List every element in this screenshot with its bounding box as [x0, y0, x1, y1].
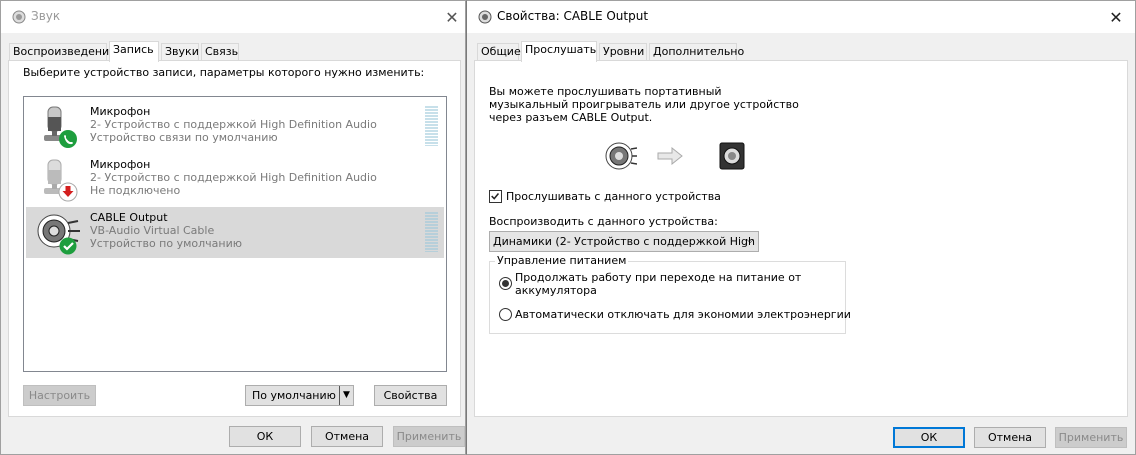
properties-window: Свойства: CABLE Output ✕ Общие Прослушат…	[466, 0, 1136, 455]
cancel-button[interactable]: Отмена	[974, 427, 1046, 448]
tab-general[interactable]: Общие	[477, 43, 521, 61]
set-default-label: По умолчанию	[252, 389, 336, 402]
power-management-group: Управление питанием Продолжать работу пр…	[489, 254, 851, 334]
listen-checkbox-label: Прослушивать с данного устройства	[506, 190, 721, 203]
tab-recording[interactable]: Запись	[109, 41, 159, 62]
microphone-icon	[44, 106, 77, 148]
power-group-title: Управление питанием	[495, 254, 629, 267]
configure-button[interactable]: Настроить	[23, 385, 96, 406]
tab-communications[interactable]: Связь	[201, 43, 239, 61]
arrow-right-icon	[657, 147, 683, 165]
device-icon	[605, 142, 637, 170]
properties-window-title: Свойства: CABLE Output	[497, 9, 649, 23]
level-meter	[425, 106, 438, 146]
check-icon	[59, 237, 77, 255]
continue-on-battery-label: Продолжать работу при переходе на питани…	[515, 271, 802, 297]
device-text: Микрофон 2- Устройство с поддержкой High…	[90, 158, 377, 197]
sound-window-title: Звук	[31, 9, 61, 23]
list-item-microphone-1[interactable]: Микрофон 2- Устройство с поддержкой High…	[26, 101, 444, 152]
sound-close-button[interactable]: ✕	[439, 1, 465, 33]
radio-auto-disable[interactable]	[499, 308, 512, 321]
cancel-button[interactable]: Отмена	[311, 426, 383, 447]
recording-device-list[interactable]: Микрофон 2- Устройство с поддержкой High…	[23, 96, 447, 372]
listen-description: Вы можете прослушивать портативный музык…	[489, 85, 799, 124]
speaker-icon	[478, 10, 492, 24]
tab-playback[interactable]: Воспроизведение	[9, 43, 116, 61]
listen-panel: Вы можете прослушивать портативный музык…	[474, 60, 1128, 417]
speaker-icon	[719, 142, 745, 170]
sound-window: Звук ✕ Воспроизведение Запись Звуки Связ…	[0, 0, 466, 455]
ok-button[interactable]: ОК	[893, 427, 965, 448]
playback-device-label: Воспроизводить с данного устройства:	[489, 215, 718, 228]
cable-device-icon	[37, 214, 80, 255]
tab-listen[interactable]: Прослушать	[521, 41, 597, 62]
recording-instruction: Выберите устройство записи, параметры ко…	[23, 66, 425, 79]
device-status: Не подключено	[90, 184, 181, 197]
apply-button[interactable]: Применить	[1055, 427, 1127, 448]
check-icon	[491, 193, 500, 200]
tab-advanced[interactable]: Дополнительно	[649, 43, 744, 61]
device-description: VB-Audio Virtual Cable	[90, 224, 215, 237]
list-item-cable-output[interactable]: CABLE Output VB-Audio Virtual Cable Устр…	[26, 207, 444, 258]
device-text: CABLE Output VB-Audio Virtual Cable Устр…	[90, 211, 242, 250]
radio-continue-on-battery[interactable]	[499, 277, 512, 290]
device-name: CABLE Output	[90, 211, 168, 224]
tab-sounds[interactable]: Звуки	[161, 43, 199, 61]
level-meter	[425, 212, 438, 252]
device-description: 2- Устройство с поддержкой High Definiti…	[90, 118, 377, 131]
properties-titlebar[interactable]: Свойства: CABLE Output ✕	[467, 1, 1135, 33]
device-status: Устройство связи по умолчанию	[90, 131, 278, 144]
apply-button[interactable]: Применить	[393, 426, 465, 447]
ok-button[interactable]: ОК	[229, 426, 301, 447]
list-item-microphone-2[interactable]: Микрофон 2- Устройство с поддержкой High…	[26, 154, 444, 205]
device-status: Устройство по умолчанию	[90, 237, 243, 250]
sound-titlebar[interactable]: Звук ✕	[1, 1, 465, 33]
chevron-down-icon: ⌵	[746, 235, 754, 246]
microphone-icon	[44, 159, 78, 202]
listen-checkbox[interactable]	[489, 190, 502, 203]
phone-icon	[59, 130, 77, 148]
chevron-down-icon[interactable]: ▼	[339, 386, 353, 405]
device-name: Микрофон	[90, 105, 151, 118]
properties-close-button[interactable]: ✕	[1103, 1, 1129, 33]
tab-levels[interactable]: Уровни	[599, 43, 647, 61]
playback-device-select[interactable]: Динамики (2- Устройство с поддержкой Hig…	[489, 231, 759, 252]
speaker-icon	[12, 10, 26, 24]
device-name: Микрофон	[90, 158, 151, 171]
set-default-button[interactable]: По умолчанию ▼	[245, 385, 354, 406]
auto-disable-label: Автоматически отключать для экономии эле…	[515, 308, 851, 321]
playback-device-value: Динамики (2- Устройство с поддержкой Hig…	[493, 235, 755, 248]
device-description: 2- Устройство с поддержкой High Definiti…	[90, 171, 377, 184]
properties-button[interactable]: Свойства	[374, 385, 447, 406]
device-text: Микрофон 2- Устройство с поддержкой High…	[90, 105, 377, 144]
